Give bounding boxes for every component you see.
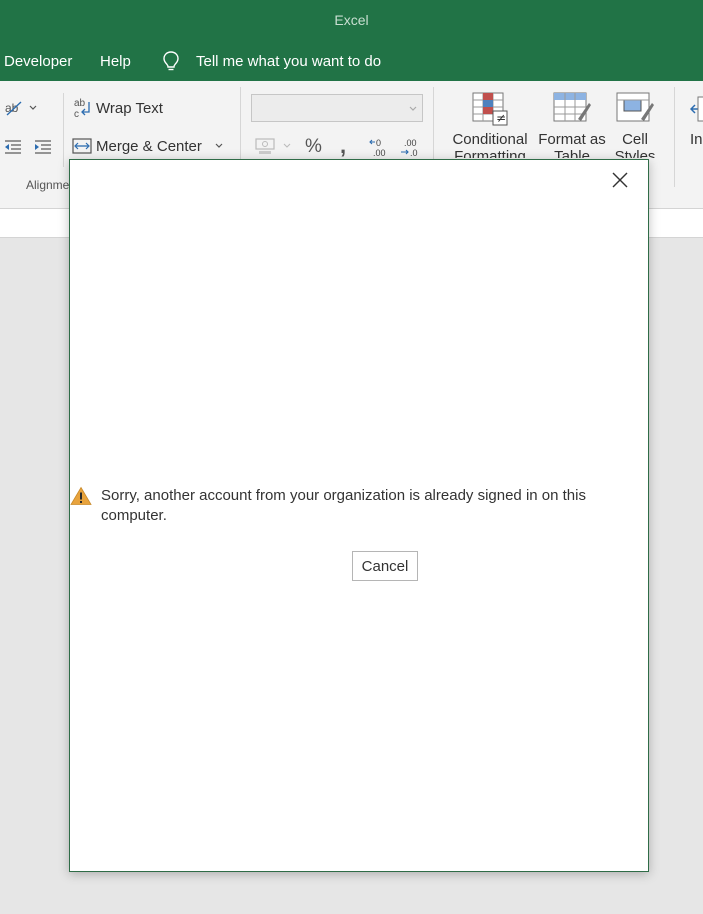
format-as-table-label: Format as xyxy=(538,131,606,148)
cell-styles-icon xyxy=(616,92,654,122)
chevron-down-icon xyxy=(409,106,417,111)
tell-me-search[interactable]: Tell me what you want to do xyxy=(160,48,381,74)
tab-help[interactable]: Help xyxy=(100,53,131,70)
tab-developer[interactable]: Developer xyxy=(4,53,72,70)
cell-styles-label-2: Styles xyxy=(614,148,656,158)
wrap-text-button[interactable]: ab c Wrap Text xyxy=(73,97,163,119)
accounting-format-icon[interactable] xyxy=(254,137,294,157)
conditional-formatting-label: Conditional xyxy=(452,131,528,148)
svg-text:ab: ab xyxy=(5,101,19,115)
format-as-table-label-2: Table xyxy=(554,148,590,158)
svg-text:ab: ab xyxy=(74,98,86,109)
percent-style-button[interactable]: % xyxy=(305,136,322,158)
number-format-dropdown[interactable] xyxy=(251,94,423,122)
svg-text:.00: .00 xyxy=(373,148,386,158)
decrease-indent-icon[interactable] xyxy=(3,138,23,156)
wrap-text-label: Wrap Text xyxy=(96,99,163,117)
merge-center-button[interactable]: Merge & Center xyxy=(72,137,224,155)
ribbon-divider xyxy=(63,93,64,167)
svg-text:.00: .00 xyxy=(404,138,417,148)
svg-text:≠: ≠ xyxy=(496,111,506,125)
insert-icon xyxy=(690,96,703,122)
svg-text:c: c xyxy=(74,109,79,119)
warning-icon xyxy=(70,486,92,505)
cell-styles-button[interactable]: Cell Styles xyxy=(610,91,660,158)
increase-indent-icon[interactable] xyxy=(33,138,53,156)
increase-decimal-icon[interactable]: 0 .00 xyxy=(369,137,393,159)
conditional-formatting-label-2: Formatting xyxy=(454,148,526,158)
lightbulb-icon xyxy=(163,51,179,71)
orientation-icon: ab xyxy=(5,101,37,116)
cancel-button[interactable]: Cancel xyxy=(352,551,418,581)
format-as-table-icon xyxy=(553,92,591,122)
dialog-message: Sorry, another account from your organiz… xyxy=(101,487,586,524)
decrease-decimal-icon[interactable]: .00 .0 xyxy=(399,137,423,159)
app-title: Excel xyxy=(334,12,369,28)
title-bar: Excel Developer Help Tell me what you wa… xyxy=(0,0,703,81)
account-conflict-dialog: Sorry, another account from your organiz… xyxy=(69,159,649,872)
ribbon-divider xyxy=(674,87,675,187)
conditional-formatting-icon: ≠ xyxy=(472,92,508,126)
conditional-formatting-button[interactable]: ≠ Conditional Formatting xyxy=(447,91,533,158)
format-as-table-button[interactable]: Format as Table xyxy=(537,91,607,158)
insert-button[interactable]: In xyxy=(690,91,703,148)
wrap-text-icon: ab c xyxy=(74,98,90,119)
cell-styles-label: Cell xyxy=(622,131,648,148)
close-icon[interactable] xyxy=(608,168,632,192)
merge-center-icon xyxy=(72,138,92,154)
orientation-button[interactable]: ab xyxy=(4,97,40,119)
comma-style-button[interactable]: , xyxy=(340,133,346,159)
tell-me-text: Tell me what you want to do xyxy=(196,52,382,70)
svg-text:0: 0 xyxy=(376,138,381,148)
chevron-down-icon[interactable] xyxy=(214,142,224,150)
insert-label: In xyxy=(690,131,703,148)
svg-text:.0: .0 xyxy=(410,148,418,158)
alignment-group-label: Alignme xyxy=(26,178,70,192)
merge-center-label: Merge & Center xyxy=(96,137,202,155)
